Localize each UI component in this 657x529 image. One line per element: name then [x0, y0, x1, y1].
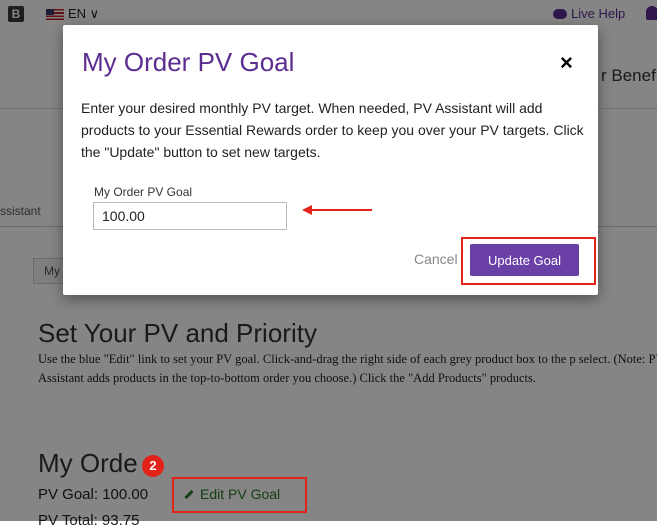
pv-goal-field-label: My Order PV Goal: [94, 185, 193, 199]
modal-title: My Order PV Goal: [82, 47, 295, 77]
cancel-button[interactable]: Cancel: [414, 251, 458, 267]
edit-link-highlight: [172, 477, 307, 513]
step-badge: 2: [142, 455, 164, 477]
close-icon[interactable]: ×: [560, 50, 573, 76]
modal-description: Enter your desired monthly PV target. Wh…: [81, 100, 584, 160]
annotation-arrow-line: [310, 209, 372, 211]
pv-goal-input[interactable]: [93, 202, 287, 230]
update-button-highlight: [461, 237, 596, 285]
